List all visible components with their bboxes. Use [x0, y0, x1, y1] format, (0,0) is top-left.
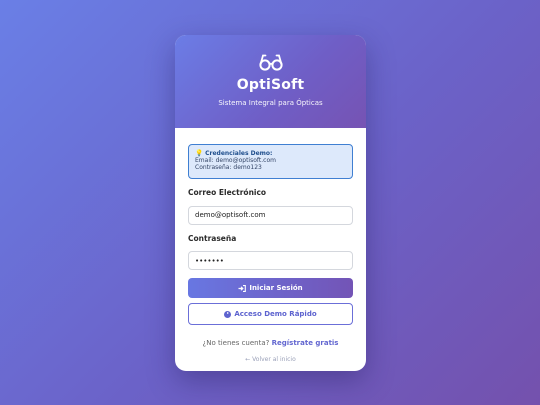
demo-password-line: Contraseña: demo123: [195, 164, 262, 172]
demo-credentials-title: 💡 Credenciales Demo:: [195, 149, 346, 157]
demo-email-line: Email: demo@optisoft.com: [195, 157, 276, 165]
demo-access-button[interactable]: Acceso Demo Rápido: [188, 303, 353, 325]
demo-title-text: Credenciales Demo:: [205, 150, 273, 157]
brand-name: OptiSoft: [236, 77, 305, 93]
login-button[interactable]: Iniciar Sesión: [188, 278, 353, 298]
signup-prompt: ¿No tienes cuenta? Regístrate gratis: [188, 339, 353, 347]
demo-credentials-box: 💡 Credenciales Demo: Email: demo@optisof…: [188, 144, 353, 179]
email-label: Correo Electrónico: [188, 188, 267, 197]
no-account-text: ¿No tienes cuenta?: [202, 339, 270, 347]
signup-link[interactable]: Regístrate gratis: [272, 339, 339, 347]
login-button-label: Iniciar Sesión: [249, 284, 303, 292]
email-field[interactable]: [188, 205, 353, 225]
password-label: Contraseña: [188, 233, 237, 243]
card-header: OptiSoft Sistema Integral para Ópticas: [175, 35, 366, 128]
card-body: 💡 Credenciales Demo: Email: demo@optisof…: [175, 128, 366, 363]
glasses-icon: [258, 54, 283, 71]
brand-tagline: Sistema Integral para Ópticas: [218, 99, 323, 107]
lightbulb-icon: 💡: [195, 149, 204, 157]
login-card: OptiSoft Sistema Integral para Ópticas 💡…: [175, 35, 366, 371]
back-home-link[interactable]: ← Volver al inicio: [188, 356, 353, 363]
play-circle-icon: [224, 310, 232, 318]
demo-access-label: Acceso Demo Rápido: [234, 310, 317, 318]
sign-in-icon: [238, 284, 247, 292]
password-field[interactable]: [188, 251, 353, 270]
